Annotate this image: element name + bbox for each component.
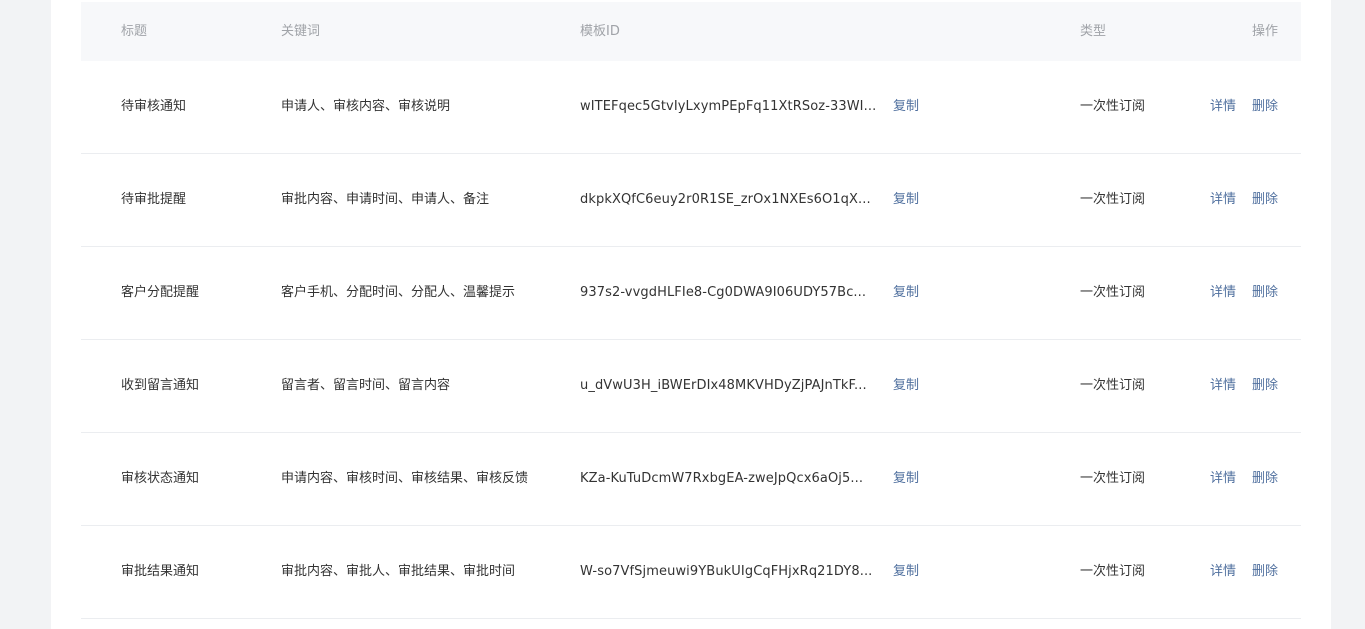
- row-title: 待审批提醒: [121, 192, 187, 207]
- copy-link[interactable]: 复制: [893, 433, 919, 525]
- row-keywords: 审批内容、申请时间、申请人、备注: [281, 192, 490, 207]
- delete-link[interactable]: 删除: [1252, 340, 1278, 432]
- copy-link[interactable]: 复制: [893, 247, 919, 339]
- content-panel: 标题 关键词 模板ID 类型 操作 待审核通知 申请人、审核内容、审核说明 wI…: [51, 0, 1331, 629]
- header-title: 标题: [121, 24, 148, 39]
- row-type: 一次性订阅: [1080, 471, 1146, 486]
- row-title: 审批结果通知: [121, 564, 200, 579]
- header-template-id: 模板ID: [580, 24, 620, 39]
- delete-link[interactable]: 删除: [1252, 154, 1278, 246]
- detail-link[interactable]: 详情: [1210, 154, 1236, 246]
- row-template-id: 937s2-vvgdHLFIe8-Cg0DWA9I06UDY57Bc...: [580, 285, 867, 300]
- row-template-id: u_dVwU3H_iBWErDIx48MKVHDyZjPAJnTkF...: [580, 378, 867, 393]
- copy-link[interactable]: 复制: [893, 61, 919, 153]
- delete-link[interactable]: 删除: [1252, 247, 1278, 339]
- table-row: 客户分配提醒 客户手机、分配时间、分配人、温馨提示 937s2-vvgdHLFI…: [81, 247, 1301, 340]
- row-keywords: 客户手机、分配时间、分配人、温馨提示: [281, 285, 516, 300]
- table-row: 审核状态通知 申请内容、审核时间、审核结果、审核反馈 KZa-KuTuDcmW7…: [81, 433, 1301, 526]
- row-type: 一次性订阅: [1080, 378, 1146, 393]
- header-keywords: 关键词: [281, 24, 321, 39]
- row-keywords: 审批内容、审批人、审批结果、审批时间: [281, 564, 516, 579]
- row-type: 一次性订阅: [1080, 285, 1146, 300]
- row-type: 一次性订阅: [1080, 192, 1146, 207]
- detail-link[interactable]: 详情: [1210, 61, 1236, 153]
- table-row: 待审核通知 申请人、审核内容、审核说明 wITEFqec5GtvIyLxymPE…: [81, 61, 1301, 154]
- table-header: 标题 关键词 模板ID 类型 操作: [81, 2, 1301, 61]
- copy-link[interactable]: 复制: [893, 526, 919, 618]
- row-title: 客户分配提醒: [121, 285, 200, 300]
- copy-link[interactable]: 复制: [893, 154, 919, 246]
- detail-link[interactable]: 详情: [1210, 340, 1236, 432]
- copy-link[interactable]: 复制: [893, 340, 919, 432]
- row-title: 审核状态通知: [121, 471, 200, 486]
- table-row: 待审批提醒 审批内容、申请时间、申请人、备注 dkpkXQfC6euy2r0R1…: [81, 154, 1301, 247]
- table-row: 审批结果通知 审批内容、审批人、审批结果、审批时间 W-so7VfSjmeuwi…: [81, 526, 1301, 619]
- delete-link[interactable]: 删除: [1252, 526, 1278, 618]
- header-operations: 操作: [1252, 24, 1279, 39]
- delete-link[interactable]: 删除: [1252, 61, 1278, 153]
- row-keywords: 申请内容、审核时间、审核结果、审核反馈: [281, 471, 529, 486]
- row-template-id: KZa-KuTuDcmW7RxbgEA-zweJpQcx6aOj5...: [580, 471, 864, 486]
- row-template-id: W-so7VfSjmeuwi9YBukUIgCqFHjxRq21DY8...: [580, 564, 873, 579]
- template-table: 标题 关键词 模板ID 类型 操作 待审核通知 申请人、审核内容、审核说明 wI…: [81, 2, 1301, 619]
- row-title: 待审核通知: [121, 99, 187, 114]
- detail-link[interactable]: 详情: [1210, 526, 1236, 618]
- row-title: 收到留言通知: [121, 378, 200, 393]
- row-type: 一次性订阅: [1080, 564, 1146, 579]
- row-keywords: 申请人、审核内容、审核说明: [281, 99, 451, 114]
- row-template-id: wITEFqec5GtvIyLxymPEpFq11XtRSoz-33WI...: [580, 99, 877, 114]
- row-keywords: 留言者、留言时间、留言内容: [281, 378, 451, 393]
- row-template-id: dkpkXQfC6euy2r0R1SE_zrOx1NXEs6O1qX...: [580, 192, 871, 207]
- row-type: 一次性订阅: [1080, 99, 1146, 114]
- header-type: 类型: [1080, 24, 1107, 39]
- detail-link[interactable]: 详情: [1210, 433, 1236, 525]
- table-row: 收到留言通知 留言者、留言时间、留言内容 u_dVwU3H_iBWErDIx48…: [81, 340, 1301, 433]
- detail-link[interactable]: 详情: [1210, 247, 1236, 339]
- delete-link[interactable]: 删除: [1252, 433, 1278, 525]
